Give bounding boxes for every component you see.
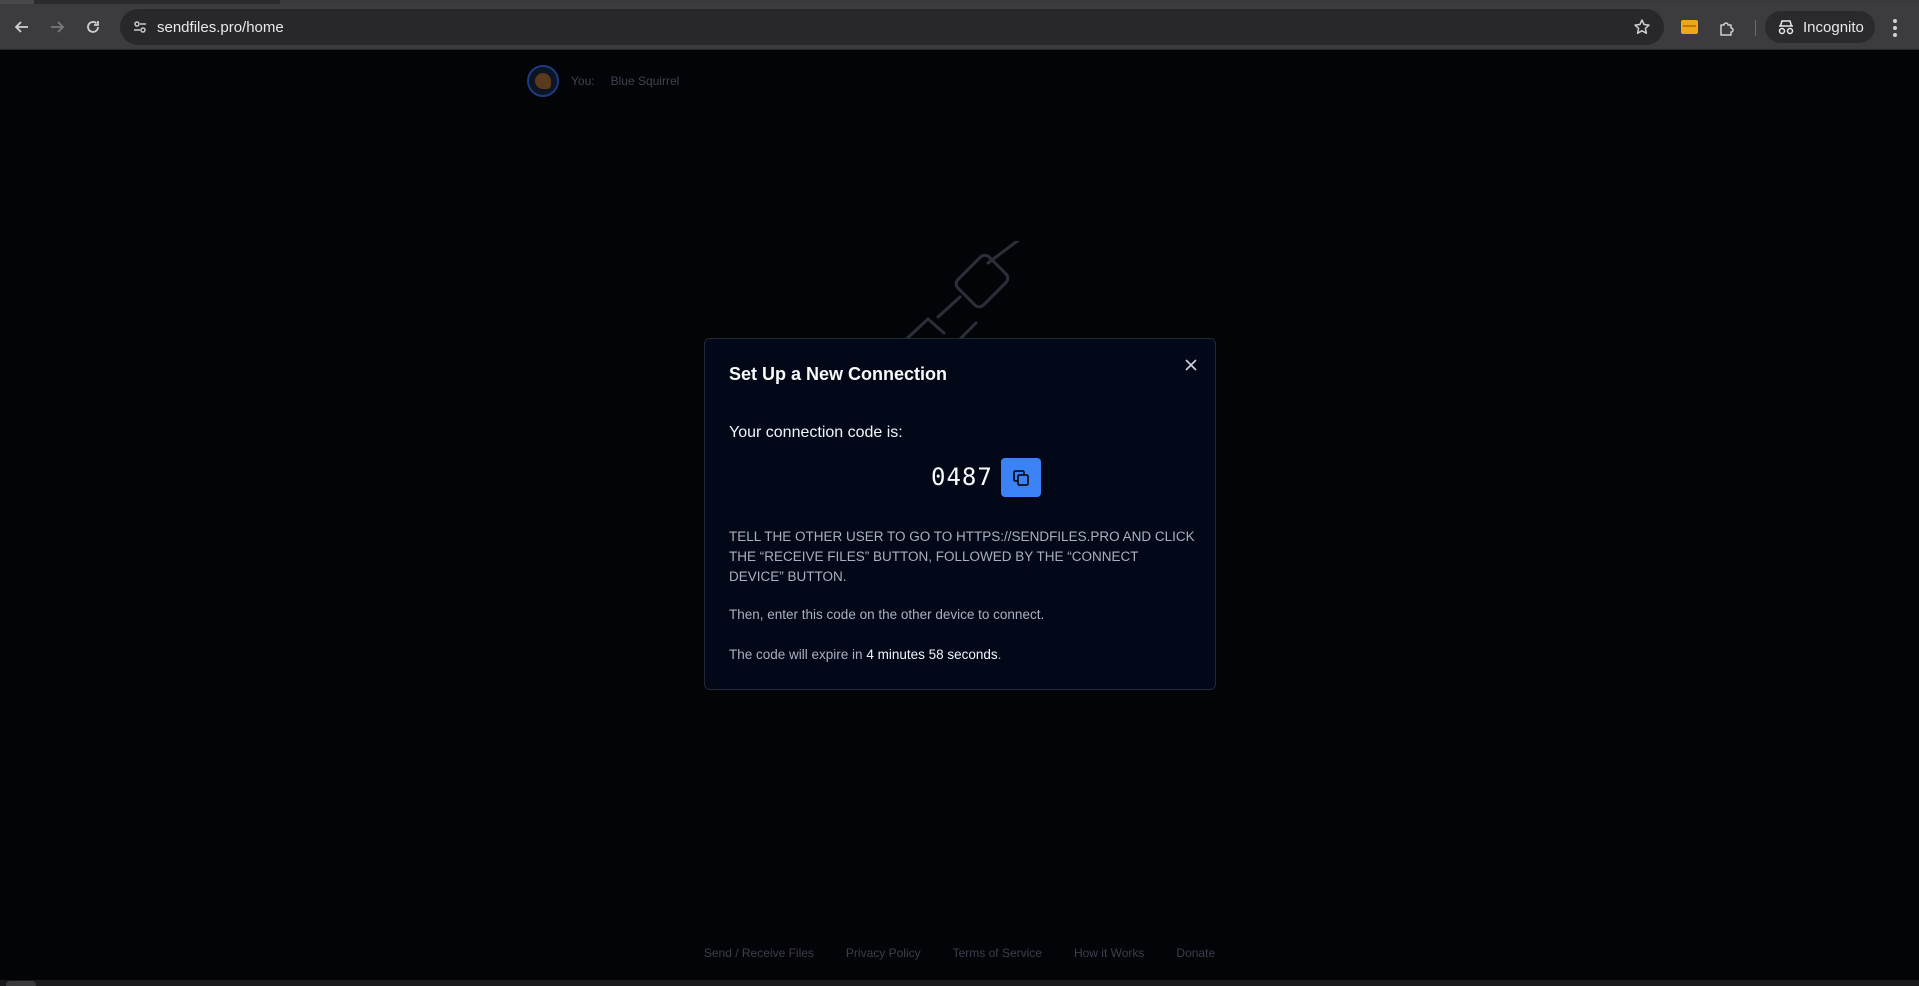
squirrel-icon <box>535 73 551 89</box>
copy-icon <box>1013 469 1029 486</box>
instructions-text: Tell the other user to go to https://sen… <box>729 529 1195 584</box>
reload-button[interactable] <box>81 15 105 39</box>
expire-prefix: The code will expire in <box>729 647 867 662</box>
you-label: You: <box>571 74 595 88</box>
expire-countdown: 4 minutes 58 seconds <box>866 647 998 662</box>
arrow-left-icon <box>14 21 28 33</box>
footer-link-send-receive[interactable]: Send / Receive Files <box>704 946 814 960</box>
toolbar-divider <box>1755 20 1756 36</box>
incognito-icon <box>1778 20 1794 35</box>
menu-dot-icon <box>1893 19 1897 23</box>
user-bar: You: Blue Squirrel <box>527 65 679 97</box>
arrow-right-icon <box>51 21 65 33</box>
footer-link-donate[interactable]: Donate <box>1176 946 1215 960</box>
footer-link-privacy[interactable]: Privacy Policy <box>846 946 921 960</box>
expire-suffix: . <box>997 647 1002 662</box>
close-button[interactable] <box>1183 357 1199 373</box>
expire-text: The code will expire in 4 minutes 58 sec… <box>729 647 1001 662</box>
site-info-icon[interactable] <box>130 17 150 37</box>
reload-icon <box>87 21 99 33</box>
incognito-label: Incognito <box>1803 18 1864 36</box>
then-text: Then, enter this code on the other devic… <box>729 607 1045 622</box>
bottom-bar <box>0 980 1919 986</box>
forward-button[interactable] <box>45 15 69 39</box>
footer-nav: Send / Receive Files Privacy Policy Term… <box>0 946 1919 960</box>
browser-toolbar: sendfiles.pro/home Incognito <box>0 4 1919 50</box>
avatar <box>527 65 559 97</box>
menu-dot-icon <box>1893 33 1897 37</box>
incognito-profile-button[interactable]: Incognito <box>1765 11 1875 43</box>
copy-code-button[interactable] <box>1001 458 1041 497</box>
extension-icon[interactable] <box>1681 20 1698 34</box>
bottom-pill <box>6 981 36 986</box>
dialog-title: Set Up a New Connection <box>729 364 948 384</box>
browser-menu-button[interactable] <box>1884 17 1906 39</box>
url-text[interactable]: sendfiles.pro/home <box>157 19 284 36</box>
code-label: Your connection code is: <box>729 424 903 441</box>
address-bar[interactable]: sendfiles.pro/home <box>120 9 1664 45</box>
menu-dot-icon <box>1893 26 1897 30</box>
plug-illustration-icon <box>898 241 1020 347</box>
back-button[interactable] <box>10 15 34 39</box>
footer-link-terms[interactable]: Terms of Service <box>953 946 1042 960</box>
footer-link-how-it-works[interactable]: How it Works <box>1074 946 1144 960</box>
extensions-puzzle-icon[interactable] <box>1716 17 1738 39</box>
connection-dialog: Set Up a New Connection Your connection … <box>704 338 1216 690</box>
close-icon <box>1185 359 1197 371</box>
connection-code: 0487 <box>931 463 993 491</box>
bookmark-star-icon[interactable] <box>1632 17 1652 37</box>
user-name: Blue Squirrel <box>610 74 680 88</box>
